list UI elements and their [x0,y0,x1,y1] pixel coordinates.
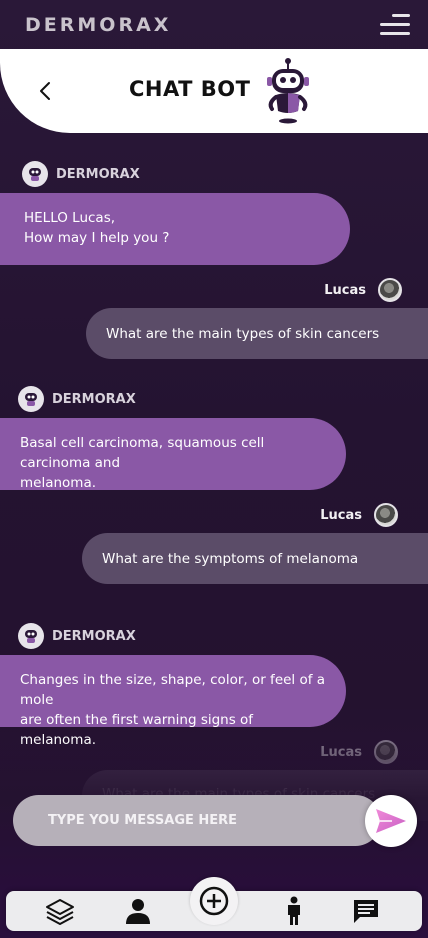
top-bar: DERMORAX [0,0,428,50]
layers-icon [46,899,74,925]
plus-circle-icon [199,886,229,916]
user-avatar [378,278,402,302]
chat-icon [354,900,378,923]
user-name: Lucas [320,744,362,760]
person-standing-icon [288,896,300,925]
user-message-header: Lucas [320,503,398,527]
user-message-bubble: What are the symptoms of melanoma [82,533,428,584]
nav-profile[interactable] [122,896,154,926]
back-chevron-icon[interactable] [36,80,56,102]
robot-avatar-icon [18,386,44,412]
bot-message-header: DERMORAX [18,623,136,649]
page-title: CHAT BOT [129,77,251,101]
user-name: Lucas [324,282,366,298]
user-avatar [374,503,398,527]
user-message-bubble: What are the main types of skin cancers [86,308,428,359]
chat-header: CHAT BOT [0,49,428,133]
bot-name: DERMORAX [56,166,140,182]
bot-message-header: DERMORAX [22,161,140,187]
send-icon [376,809,406,833]
bot-message-bubble: Basal cell carcinoma, squamous cell carc… [0,418,346,491]
bot-message-header: DERMORAX [18,386,136,412]
robot-avatar-icon [22,161,48,187]
nav-body[interactable] [278,896,310,926]
message-input[interactable] [13,795,381,846]
user-message-header: Lucas [320,740,398,764]
bot-message-bubble: HELLO Lucas, How may I help you ? [0,193,350,265]
nav-chat[interactable] [350,896,382,926]
bot-name: DERMORAX [52,391,136,407]
bot-name: DERMORAX [52,628,136,644]
user-icon [126,899,150,924]
menu-icon[interactable] [378,12,410,38]
user-message-header: Lucas [324,278,402,302]
user-name: Lucas [320,507,362,523]
user-avatar [374,740,398,764]
robot-mascot-icon [267,58,309,124]
robot-avatar-icon [18,623,44,649]
nav-layers[interactable] [44,896,76,926]
send-button[interactable] [365,795,417,847]
bot-message-bubble: Changes in the size, shape, color, or fe… [0,655,346,748]
brand-logo-text: DERMORAX [25,14,172,36]
nav-add[interactable] [190,877,238,925]
